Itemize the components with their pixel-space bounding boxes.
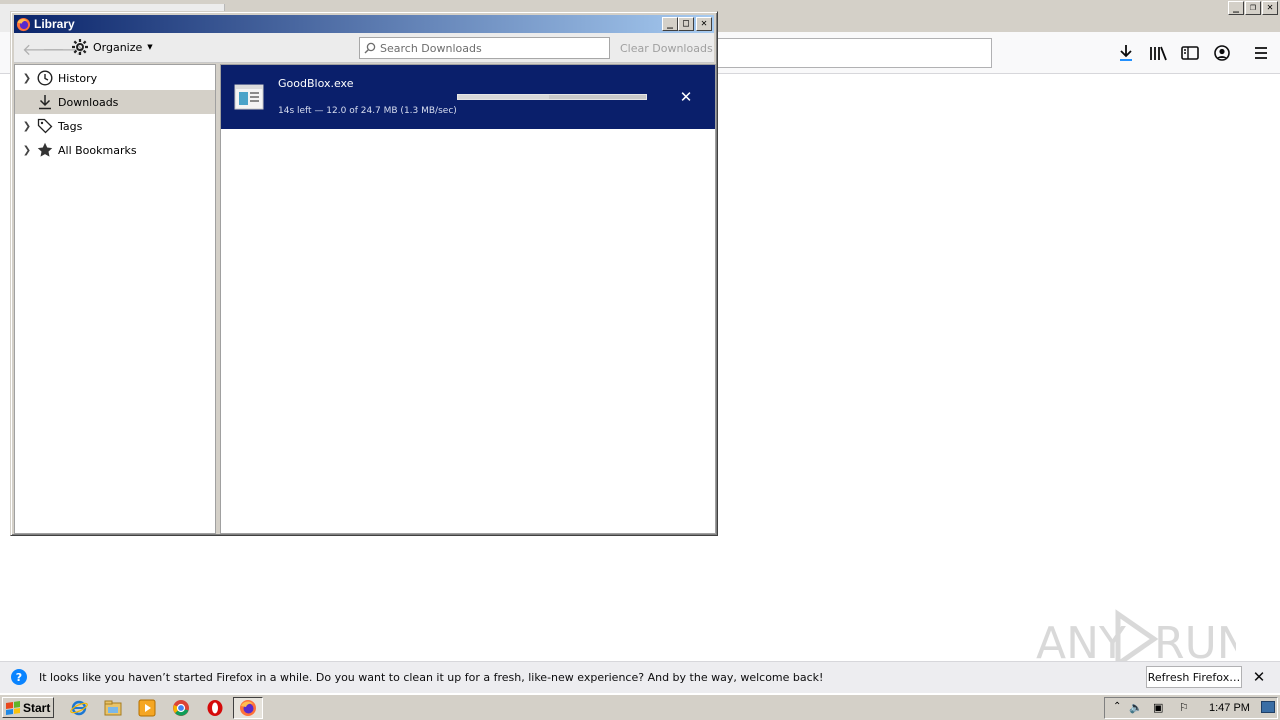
download-item[interactable]: GoodBlox.exe 14s left — 12.0 of 24.7 MB … — [221, 65, 715, 129]
restore-button[interactable]: ❐ — [1245, 1, 1261, 15]
library-titlebar[interactable]: Library _ □ ✕ — [14, 15, 714, 33]
expand-arrow-icon[interactable]: ❯ — [19, 121, 35, 132]
star-icon — [35, 141, 55, 159]
minimize-button[interactable]: _ — [1228, 1, 1244, 15]
tray-expand-icon[interactable]: ⌃ — [1113, 701, 1121, 712]
opera-icon[interactable] — [205, 698, 225, 718]
chrome-icon[interactable] — [171, 698, 191, 718]
library-toolbar: 🡐 🡒 Organize ▼ Clear Downloads — [14, 33, 714, 63]
action-center-flag-icon[interactable]: ⚐ — [1179, 701, 1189, 714]
media-player-icon[interactable] — [137, 698, 157, 718]
info-icon: ? — [11, 669, 27, 685]
organize-button[interactable]: Organize ▼ — [72, 39, 153, 55]
download-progress-fill — [458, 95, 550, 99]
file-explorer-icon[interactable] — [103, 698, 123, 718]
clock[interactable]: 1:47 PM — [1209, 702, 1250, 714]
expand-arrow-icon[interactable]: ❯ — [19, 145, 35, 156]
close-icon[interactable]: ✕ — [1250, 668, 1268, 686]
sidebar-item-history[interactable]: ❯ History — [15, 66, 215, 90]
download-filename: GoodBlox.exe — [278, 77, 354, 90]
download-progress-bar — [457, 94, 647, 100]
library-window-controls: _ □ ✕ — [662, 17, 712, 31]
notification-message: It looks like you haven’t started Firefo… — [39, 671, 824, 684]
firefox-window-controls: _ ❐ ✕ — [1228, 1, 1278, 15]
cancel-download-button[interactable]: ✕ — [676, 87, 696, 107]
internet-explorer-icon[interactable] — [69, 698, 89, 718]
download-status: 14s left — 12.0 of 24.7 MB (1.3 MB/sec) — [278, 106, 457, 116]
firefox-icon — [16, 17, 31, 31]
expand-arrow-icon[interactable]: ❯ — [19, 73, 35, 84]
sidebar-item-tags[interactable]: ❯ Tags — [15, 114, 215, 138]
sidebar-item-downloads[interactable]: Downloads — [15, 90, 215, 114]
network-icon[interactable]: ▣ — [1153, 701, 1163, 714]
account-icon[interactable] — [1210, 41, 1234, 65]
library-sidebar: ❯ History Downloads ❯ Tags ❯ All Bookmar… — [14, 64, 216, 534]
maximize-button[interactable]: □ — [678, 17, 694, 31]
show-desktop-icon[interactable] — [1261, 701, 1275, 713]
clock-icon — [35, 69, 55, 87]
start-label: Start — [23, 700, 51, 715]
sidebar-item-all-bookmarks[interactable]: ❯ All Bookmarks — [15, 138, 215, 162]
gear-icon — [72, 39, 88, 55]
organize-label: Organize — [93, 40, 143, 54]
chevron-down-icon: ▼ — [147, 43, 153, 51]
library-title: Library — [34, 17, 75, 31]
firefox-icon — [240, 700, 256, 716]
library-icon[interactable] — [1146, 41, 1170, 65]
notification-bar: ? It looks like you haven’t started Fire… — [0, 661, 1280, 693]
executable-file-icon — [234, 83, 264, 111]
system-tray: ⌃ 🔈 ▣ ⚐ 1:47 PM — [1104, 697, 1278, 719]
url-bar[interactable] — [700, 38, 992, 68]
start-button[interactable]: Start — [2, 697, 54, 718]
downloads-list: GoodBlox.exe 14s left — 12.0 of 24.7 MB … — [220, 64, 716, 534]
search-icon — [364, 42, 376, 54]
tag-icon — [35, 117, 55, 135]
sidebar-item-label: History — [58, 71, 98, 85]
library-window: Library _ □ ✕ 🡐 🡒 Organize ▼ Clear Downl… — [10, 11, 718, 536]
windows-logo-icon — [6, 700, 20, 715]
search-downloads-box[interactable] — [359, 37, 610, 59]
volume-icon[interactable]: 🔈 — [1129, 701, 1143, 714]
taskbar: Start ⌃ 🔈 ▣ ⚐ 1:47 PM — [0, 694, 1280, 720]
refresh-firefox-button[interactable]: Refresh Firefox… — [1146, 666, 1242, 688]
sidebar-item-label: All Bookmarks — [58, 143, 137, 157]
download-icon — [35, 93, 55, 111]
download-icon[interactable] — [1114, 41, 1138, 65]
menu-icon[interactable] — [1249, 41, 1273, 65]
close-button[interactable]: ✕ — [696, 17, 712, 31]
search-downloads-input[interactable] — [380, 41, 600, 55]
close-button[interactable]: ✕ — [1262, 1, 1278, 15]
clear-downloads-button[interactable]: Clear Downloads — [620, 42, 713, 55]
sidebar-item-label: Downloads — [58, 95, 119, 109]
sidebar-icon[interactable] — [1178, 41, 1202, 65]
firefox-taskbar-button[interactable] — [233, 697, 263, 719]
minimize-button[interactable]: _ — [662, 17, 678, 31]
sidebar-item-label: Tags — [58, 119, 83, 133]
